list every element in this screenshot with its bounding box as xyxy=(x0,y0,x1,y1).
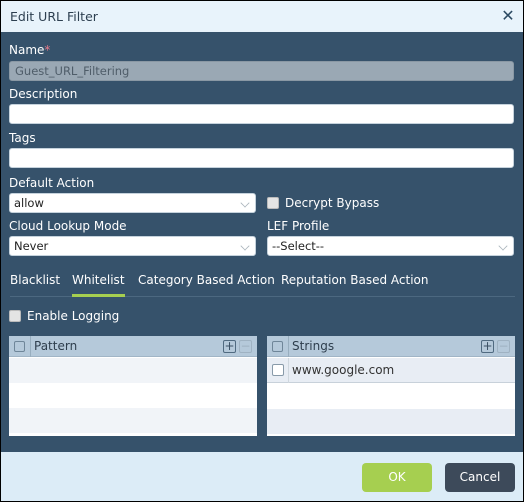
default-action-label: Default Action xyxy=(9,176,95,190)
cancel-button[interactable]: Cancel xyxy=(445,463,515,492)
enable-logging-label: Enable Logging xyxy=(27,309,120,323)
name-label-text: Name xyxy=(9,43,45,57)
remove-string-button[interactable]: − xyxy=(497,340,510,353)
name-label: Name* xyxy=(9,43,50,57)
edit-url-filter-dialog: Edit URL Filter ✕ Name* Guest_URL_Filter… xyxy=(1,1,523,501)
description-label: Description xyxy=(9,87,78,101)
default-action-value: allow xyxy=(14,196,44,210)
chevron-down-icon xyxy=(240,198,250,208)
table-row xyxy=(267,409,515,434)
enable-logging-checkbox[interactable] xyxy=(9,310,21,322)
tab-category-based-action[interactable]: Category Based Action xyxy=(138,273,275,297)
description-field[interactable] xyxy=(9,104,514,124)
ok-button[interactable]: OK xyxy=(362,463,432,492)
table-row xyxy=(9,383,257,408)
pattern-grid-header: Pattern + − xyxy=(9,336,257,357)
strings-column-header: Strings xyxy=(292,339,335,353)
cloud-lookup-select[interactable]: Never xyxy=(9,236,256,256)
tags-label: Tags xyxy=(9,131,36,145)
add-string-button[interactable]: + xyxy=(481,340,494,353)
lef-profile-value: --Select-- xyxy=(272,239,325,253)
select-all-checkbox[interactable] xyxy=(272,341,283,352)
lef-profile-select[interactable]: --Select-- xyxy=(267,236,514,256)
table-row xyxy=(9,358,257,383)
tab-whitelist[interactable]: Whitelist xyxy=(72,273,125,297)
remove-pattern-button[interactable]: − xyxy=(239,340,252,353)
chevron-down-icon xyxy=(498,241,508,251)
pattern-column-header: Pattern xyxy=(34,339,78,353)
table-row xyxy=(267,384,515,409)
column-divider xyxy=(288,336,289,357)
column-divider xyxy=(30,336,31,357)
chevron-down-icon xyxy=(240,241,250,251)
tags-field[interactable] xyxy=(9,148,514,168)
cloud-lookup-label: Cloud Lookup Mode xyxy=(9,219,127,233)
strings-grid-header: Strings + − xyxy=(267,336,515,357)
cloud-lookup-value: Never xyxy=(14,239,49,253)
table-row[interactable]: www.google.com xyxy=(267,358,515,383)
pattern-grid: Pattern + − xyxy=(9,336,257,436)
dialog-title: Edit URL Filter xyxy=(10,9,98,24)
close-icon[interactable]: ✕ xyxy=(501,8,515,24)
row-checkbox[interactable] xyxy=(272,364,284,376)
name-field[interactable]: Guest_URL_Filtering xyxy=(9,61,514,81)
add-pattern-button[interactable]: + xyxy=(223,340,236,353)
tab-bar: Blacklist Whitelist Category Based Actio… xyxy=(10,273,515,297)
lef-profile-label: LEF Profile xyxy=(267,219,330,233)
column-divider xyxy=(288,358,289,383)
tab-blacklist[interactable]: Blacklist xyxy=(10,273,60,297)
decrypt-bypass-checkbox[interactable] xyxy=(267,197,279,209)
tab-reputation-based-action[interactable]: Reputation Based Action xyxy=(281,273,429,297)
string-value: www.google.com xyxy=(292,363,395,377)
required-asterisk: * xyxy=(44,43,51,57)
dialog-footer: OK Cancel xyxy=(1,452,523,501)
dialog-titlebar: Edit URL Filter ✕ xyxy=(1,1,523,32)
table-row xyxy=(9,408,257,433)
default-action-select[interactable]: allow xyxy=(9,193,256,213)
strings-grid: Strings + − www.google.com xyxy=(267,336,515,436)
select-all-checkbox[interactable] xyxy=(14,341,25,352)
decrypt-bypass-label: Decrypt Bypass xyxy=(285,196,380,210)
